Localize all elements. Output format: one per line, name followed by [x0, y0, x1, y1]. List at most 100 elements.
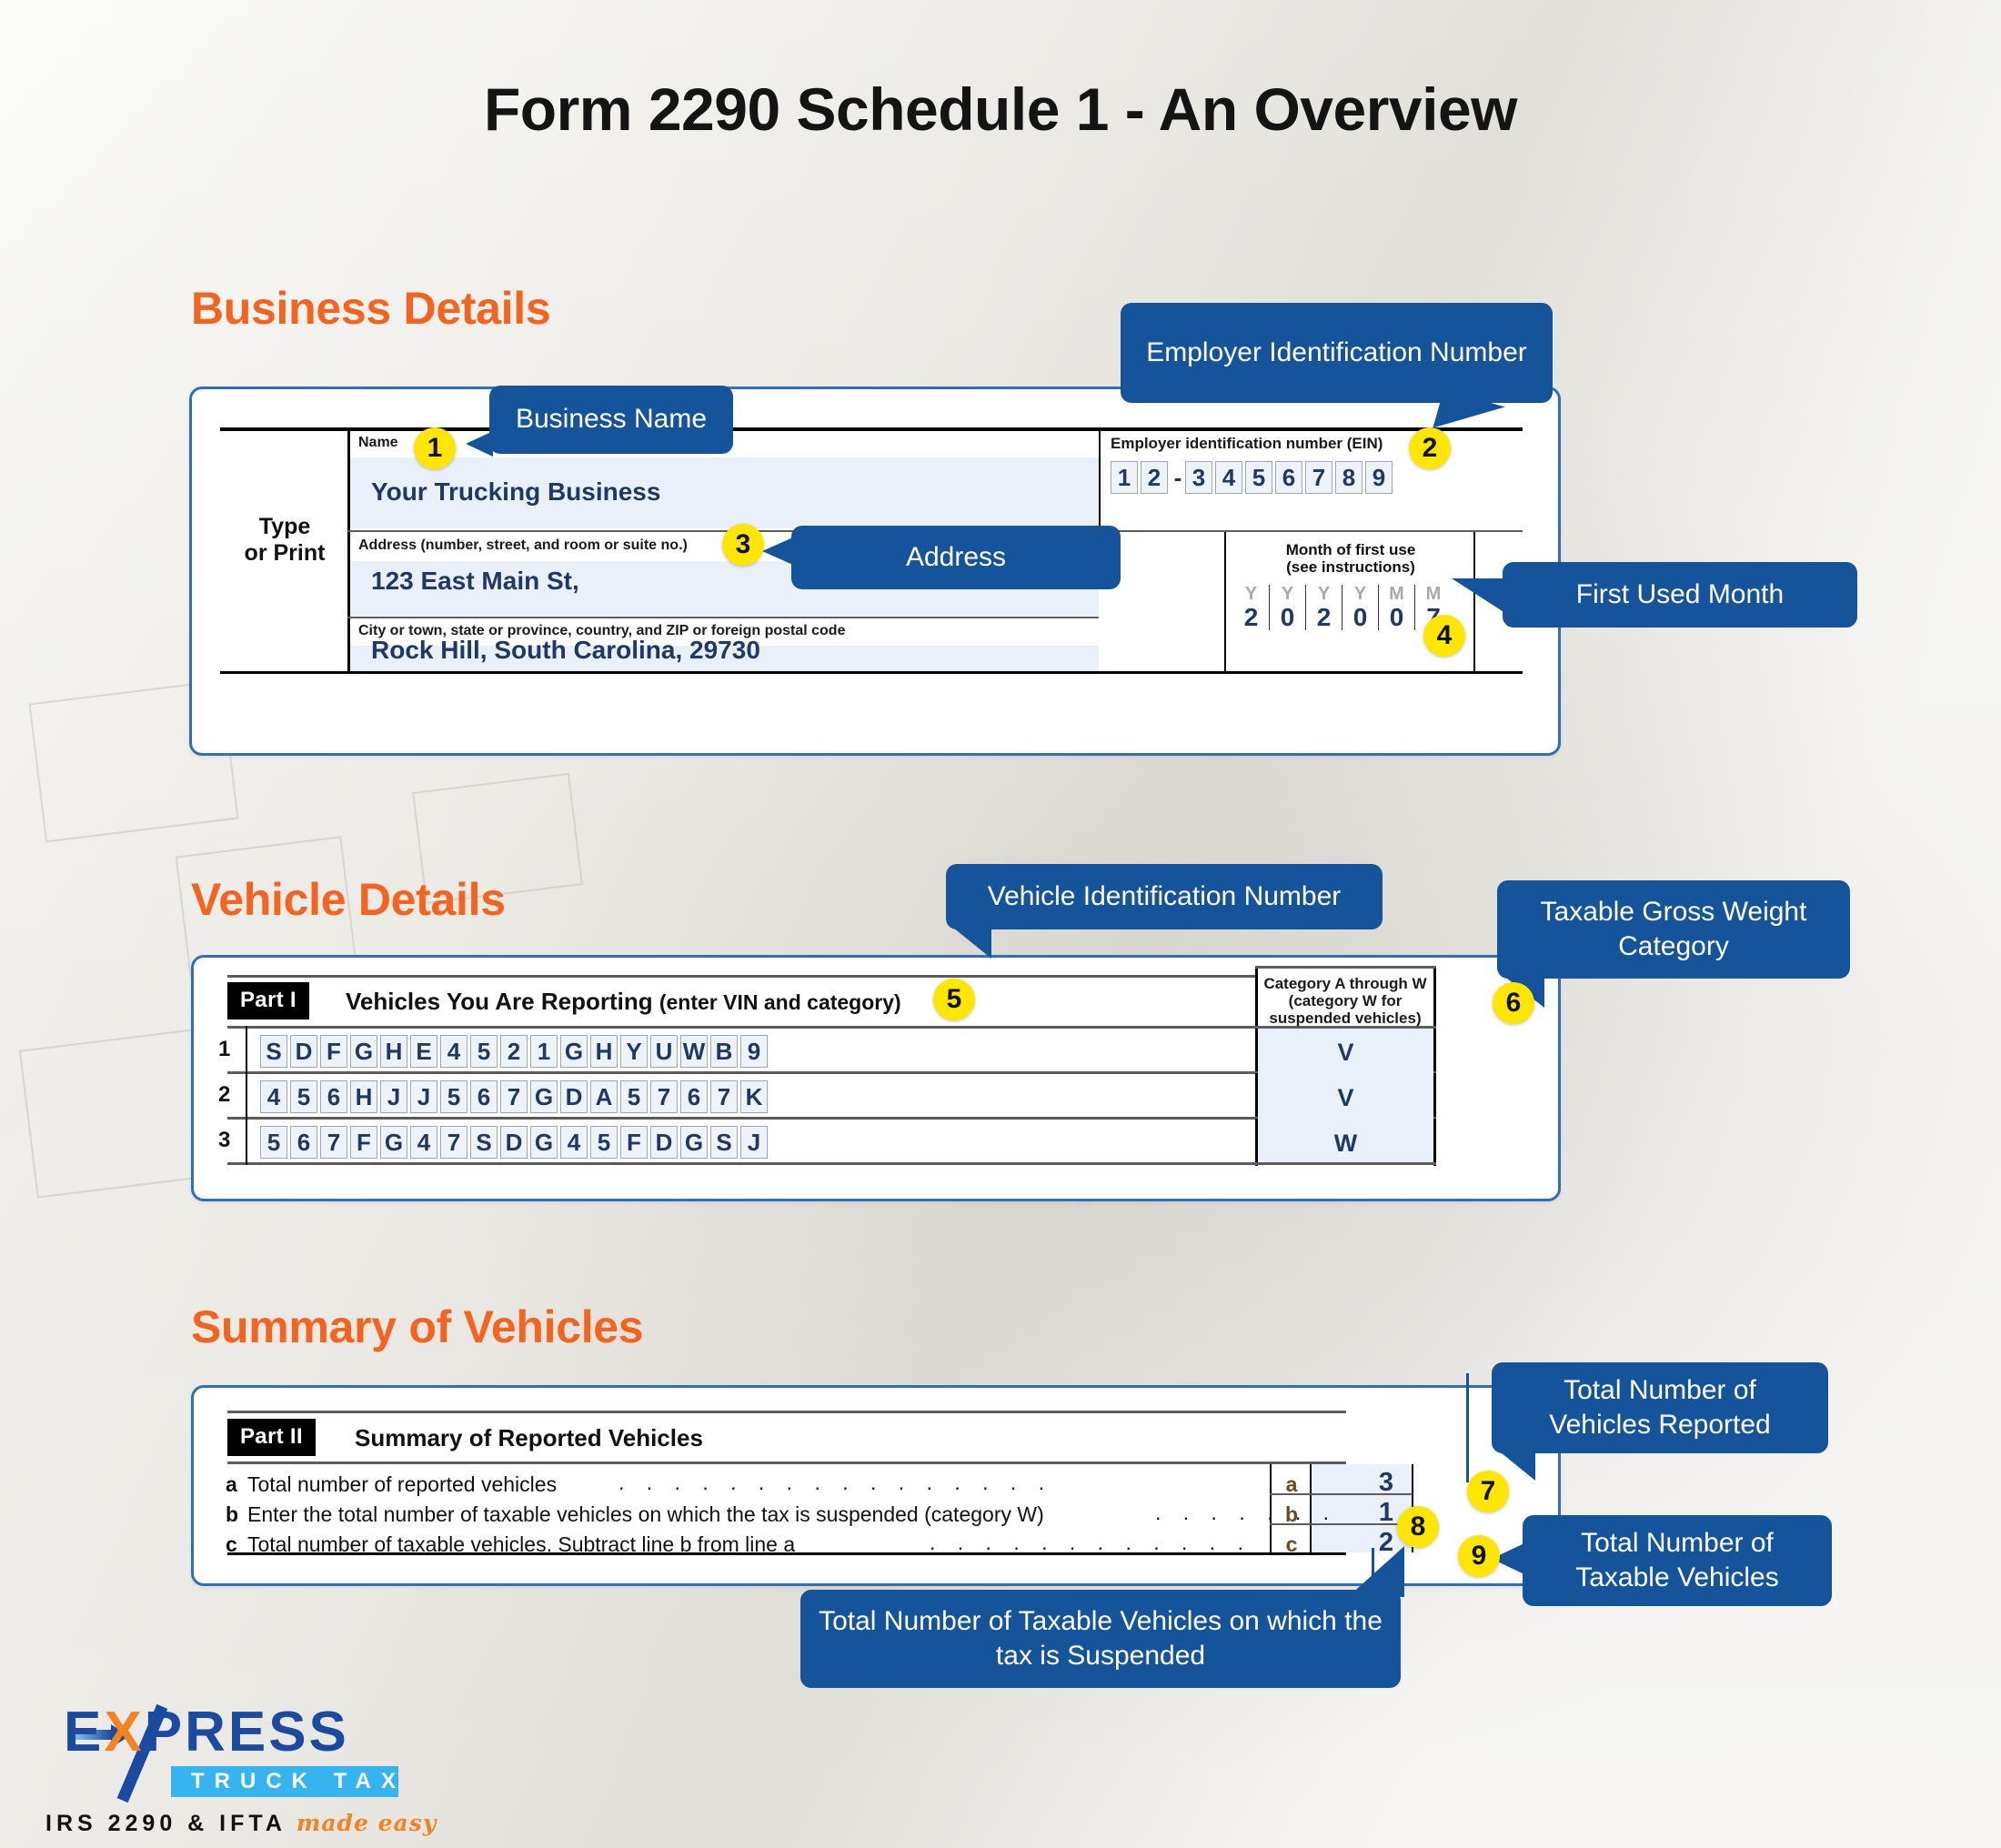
type-or-print-line1: Type	[258, 514, 311, 539]
vin-char-cell: D	[500, 1126, 528, 1159]
form-rule	[227, 1411, 1346, 1413]
vin-char-cell: G	[350, 1035, 377, 1068]
vin-char-cell: 4	[560, 1126, 588, 1159]
category-column-header: Category A through W (category W for sus…	[1259, 975, 1432, 1028]
callout-tail	[762, 537, 795, 566]
vin-char-cell: 6	[290, 1126, 317, 1159]
name-field-label: Name	[358, 435, 398, 450]
summary-line-text: Total number of reported vehicles	[247, 1472, 558, 1496]
first-used-month-label: Month of first use (see instructions)	[1229, 541, 1473, 576]
callout-connector	[1466, 1373, 1469, 1482]
form-rule	[1099, 427, 1101, 532]
callout-total-vehicles-reported: Total Number of Vehicles Reported	[1492, 1362, 1828, 1453]
vin-char-cell: 4	[410, 1126, 437, 1159]
summary-line-text: Enter the total number of taxable vehicl…	[247, 1502, 1044, 1526]
part-1-title-sub: (enter VIN and category)	[659, 990, 901, 1014]
address-field-label: Address (number, street, and room or sui…	[358, 537, 688, 553]
form-rule	[220, 671, 1523, 674]
form-rule	[1255, 966, 1436, 969]
summary-line-dots: . . . . . . . . . . . . . . . .	[618, 1471, 1053, 1494]
vin-char-cell: J	[740, 1126, 768, 1159]
vin-char-cell: S	[470, 1126, 498, 1159]
first-used-month-header: Y	[1353, 584, 1367, 604]
vin-char-cell: G	[680, 1126, 708, 1159]
form-rule	[227, 975, 1255, 978]
vin-char-cell: 6	[470, 1080, 498, 1113]
ein-digit-cell: 3	[1185, 461, 1212, 494]
first-used-month-label-line1: Month of first use	[1285, 541, 1416, 558]
callout-tail	[1452, 578, 1508, 615]
logo-tagline: IRS 2290 & IFTA made easy	[45, 1810, 437, 1837]
summary-line-box-letter: a	[1285, 1472, 1298, 1496]
form-rule	[246, 1026, 247, 1165]
logo-bar-text: TRUCK TAX	[191, 1769, 406, 1793]
vin-char-cell: 5	[260, 1126, 287, 1159]
vin-char-cell: E	[410, 1035, 437, 1068]
callout-first-used-month: First Used Month	[1503, 562, 1857, 628]
callout-employer-identification-number: Employer Identification Number	[1121, 303, 1553, 403]
first-used-month-digit: 0	[1352, 603, 1368, 631]
summary-line-letter: a	[226, 1472, 237, 1496]
callout-taxable-vehicles-suspended: Total Number of Taxable Vehicles on whic…	[800, 1590, 1401, 1688]
category-header-line3: suspended vehicles)	[1269, 1009, 1422, 1028]
first-used-month-digit: 2	[1243, 603, 1259, 631]
ein-digit-cell: 9	[1365, 461, 1393, 494]
vin-char-cell: 5	[290, 1080, 317, 1113]
form-rule	[1433, 966, 1436, 1166]
summary-line-box-letter: c	[1285, 1532, 1298, 1556]
logo-tagline-script: made easy	[296, 1810, 437, 1836]
summary-line-box-letter: b	[1284, 1502, 1299, 1526]
vin-char-cell: 2	[500, 1035, 528, 1068]
vin-row-number: 3	[218, 1128, 231, 1152]
logo-tagline-main: IRS 2290 & IFTA	[45, 1811, 286, 1836]
ein-digit-cell: 1	[1111, 461, 1138, 494]
form-rule	[220, 427, 1523, 431]
vin-char-cell: H	[350, 1080, 377, 1113]
vin-char-cell: K	[740, 1080, 768, 1113]
vin-char-cell: F	[320, 1035, 347, 1068]
vin-char-cell: H	[590, 1035, 618, 1068]
ein-digit-cells: 12-3456789	[1111, 461, 1395, 494]
vin-char-cell: 5	[470, 1035, 498, 1068]
first-used-month-label-line2: (see instructions)	[1286, 558, 1415, 577]
badge-5: 5	[933, 979, 975, 1020]
vin-row-number: 1	[218, 1037, 231, 1061]
badge-6: 6	[1493, 982, 1534, 1024]
form-rule	[227, 1162, 1255, 1165]
first-used-month-grid: Y2Y0Y2Y0M0M7	[1233, 585, 1452, 631]
vin-char-cell: D	[290, 1035, 317, 1068]
part-1-title: Vehicles You Are Reporting (enter VIN an…	[346, 988, 901, 1016]
name-field-value: Your Trucking Business	[371, 477, 661, 506]
vin-char-cell: W	[680, 1035, 708, 1068]
vin-char-cell: 1	[530, 1035, 558, 1068]
vin-char-cell: 9	[740, 1035, 768, 1068]
ein-digit-cell: 4	[1215, 461, 1242, 494]
page-title: Form 2290 Schedule 1 - An Overview	[483, 75, 1518, 143]
express-truck-tax-logo: EXPRESS TRUCK TAX IRS 2290 & IFTA made e…	[45, 1704, 446, 1837]
callout-address: Address	[791, 526, 1121, 589]
ein-digit-cell: 5	[1245, 461, 1272, 494]
first-used-month-digit: 2	[1316, 603, 1332, 631]
badge-8: 8	[1397, 1506, 1439, 1548]
callout-tail	[1348, 1546, 1404, 1597]
ein-digit-cell: 2	[1141, 461, 1168, 494]
vin-char-cell: 7	[500, 1080, 528, 1113]
logo-wordmark: EXPRESS	[64, 1704, 349, 1761]
ein-dash: -	[1173, 463, 1182, 491]
vin-char-cell: 6	[680, 1080, 708, 1113]
first-used-month-digit: 0	[1280, 603, 1295, 631]
vin-char-cell: 5	[440, 1080, 468, 1113]
vin-char-cell: G	[380, 1126, 407, 1159]
type-or-print-label: Type or Print	[226, 514, 344, 567]
vin-char-cell: 4	[260, 1080, 287, 1113]
vin-char-cell: B	[710, 1035, 738, 1068]
vin-char-cell: 6	[320, 1080, 347, 1113]
part-1-tag: Part I	[227, 982, 309, 1019]
form-rule	[227, 1026, 1255, 1029]
vehicle-category-cell: V	[1337, 1084, 1354, 1111]
section-heading-summary-of-vehicles: Summary of Vehicles	[191, 1301, 644, 1352]
summary-line-value: 3	[1378, 1468, 1393, 1497]
first-used-month-column: Y0	[1342, 585, 1379, 630]
vin-char-cell: G	[530, 1126, 558, 1159]
ein-digit-cell: 6	[1275, 461, 1302, 494]
